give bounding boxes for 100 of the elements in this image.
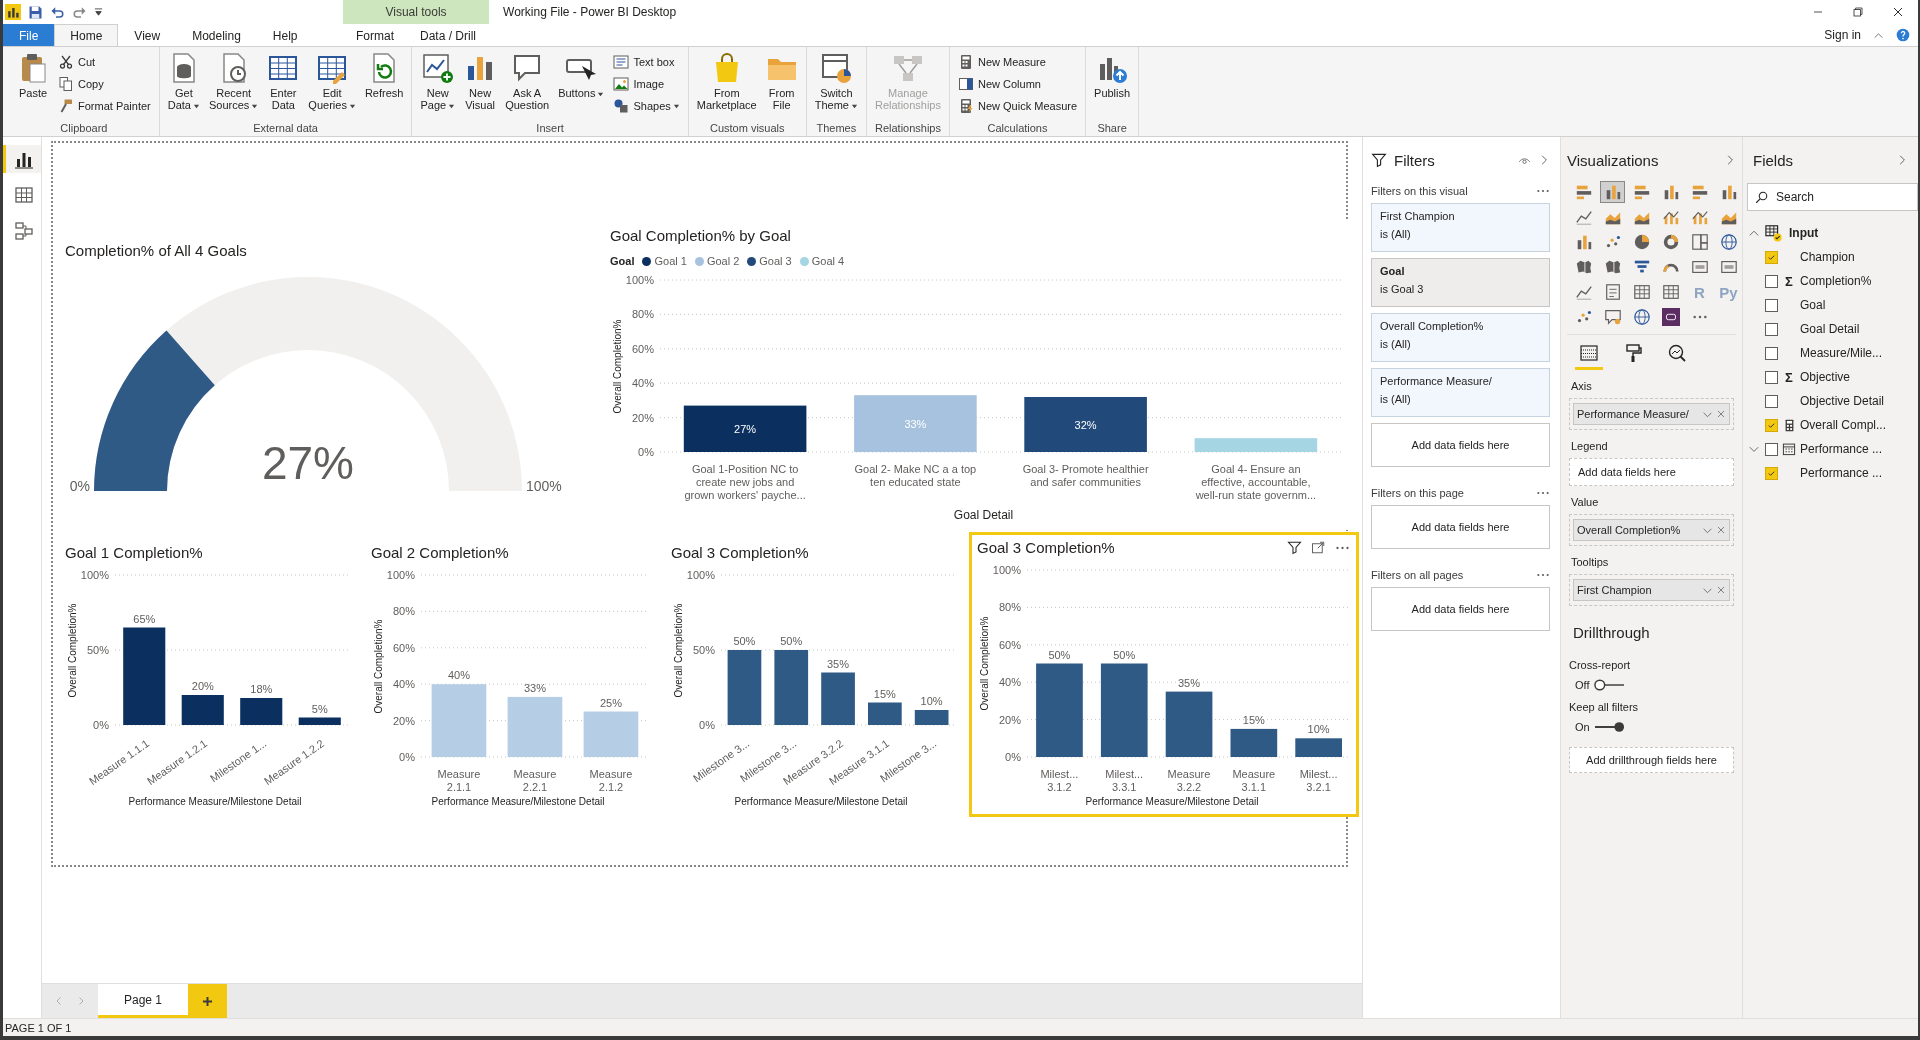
filter-condition: is (All) — [1380, 393, 1412, 405]
more-icon[interactable] — [1335, 545, 1350, 550]
ribbon-button[interactable]: Publish — [1091, 50, 1134, 120]
checkbox[interactable] — [1765, 250, 1778, 264]
field-name[interactable]: Goal — [1800, 298, 1826, 312]
ribbon-button[interactable]: Text box — [610, 51, 683, 72]
field-name[interactable]: Performance ... — [1800, 466, 1883, 480]
filter-field-name: Overall Completion% — [1380, 320, 1485, 332]
axis-tick-label: 100% — [81, 569, 109, 581]
checkbox[interactable] — [1765, 298, 1778, 312]
copy-icon — [58, 75, 74, 92]
ribbon-button[interactable]: Paste — [14, 50, 52, 120]
ribbon-button[interactable]: Image — [610, 73, 683, 94]
checkbox[interactable] — [1765, 466, 1778, 480]
page-tab[interactable]: Page 1 — [98, 984, 189, 1018]
ribbon-tab[interactable]: Data / Drill — [407, 24, 490, 46]
ribbon-tab[interactable]: Format — [343, 24, 407, 46]
window-icon — [820, 52, 853, 84]
help-icon[interactable] — [1896, 28, 1910, 42]
ribbon-button[interactable]: From Marketplace — [693, 50, 760, 120]
filter-icon[interactable] — [1287, 540, 1302, 555]
ribbon-button[interactable]: New Measure — [955, 51, 1081, 72]
filter-card[interactable]: First Champion is (All) — [1371, 203, 1550, 252]
ribbon-button[interactable]: New Column — [955, 73, 1081, 94]
search-field[interactable]: Search — [1747, 183, 1918, 211]
view-button[interactable] — [3, 145, 41, 173]
ribbon-button[interactable]: Format Painter — [55, 95, 154, 116]
field-name[interactable]: Completion% — [1800, 274, 1872, 288]
drop-zone[interactable]: Add data fields here — [1371, 587, 1550, 631]
filter-card[interactable]: Goal is Goal 3 — [1371, 258, 1550, 307]
ribbon-button[interactable]: Edit Queries — [305, 50, 359, 120]
axis-label: Goal 4- Ensure an effective, accountable, well-run state governm... — [1194, 463, 1318, 503]
field-name[interactable]: Objective — [1800, 370, 1851, 384]
ribbon-button[interactable]: New Page — [417, 50, 459, 120]
ribbon-button[interactable]: Switch Theme — [811, 50, 861, 120]
toggle-switch[interactable]: Off — [1567, 677, 1736, 693]
ribbon-button[interactable]: New Quick Measure — [955, 95, 1081, 116]
visual-type-button[interactable] — [1600, 181, 1625, 203]
save-icon[interactable] — [28, 4, 43, 20]
drop-zone[interactable]: Add data fields here — [1569, 458, 1734, 486]
ribbon-button[interactable]: New Visual — [461, 50, 500, 120]
section-heading: Drillthrough — [1573, 624, 1651, 641]
checkbox[interactable] — [1765, 274, 1778, 288]
field-name[interactable]: Goal Detail — [1800, 322, 1860, 336]
field-name[interactable]: Performance ... — [1800, 442, 1883, 456]
restore-icon[interactable] — [1850, 4, 1866, 20]
checkbox[interactable] — [1765, 418, 1778, 432]
data-label: 50% — [780, 635, 803, 647]
field-name[interactable]: Champion — [1800, 250, 1855, 264]
more-icon[interactable] — [1536, 491, 1550, 495]
ribbon-tab[interactable]: Modeling — [176, 24, 257, 46]
ribbon-button[interactable]: Get Data — [164, 50, 203, 120]
ribbon-button[interactable]: From File — [762, 50, 801, 120]
table-name[interactable]: Input — [1789, 226, 1819, 240]
data-label: 35% — [1178, 676, 1200, 689]
checkbox[interactable] — [1765, 394, 1778, 408]
square-icon — [1661, 308, 1680, 326]
pane-title: Fields — [1753, 151, 1793, 169]
field-name[interactable]: Overall Compl... — [1800, 418, 1887, 432]
add-page-button[interactable] — [188, 984, 228, 1018]
checkbox[interactable] — [1765, 322, 1778, 336]
axis-tick-label: 20% — [998, 713, 1021, 726]
ribbon-button[interactable]: Refresh — [361, 50, 407, 120]
paintbrush-icon — [58, 97, 74, 114]
legend-label: Goal 3 — [759, 255, 792, 267]
toggle-switch[interactable]: On — [1567, 719, 1736, 735]
group-label: External data — [252, 121, 319, 136]
gauge-value: 27% — [261, 437, 355, 489]
field-name[interactable]: Objective Detail — [1800, 394, 1885, 408]
drop-zone[interactable]: Add drillthrough fields here — [1569, 747, 1734, 773]
more-icon[interactable] — [1536, 573, 1550, 577]
checkbox[interactable] — [1765, 442, 1778, 456]
ribbon-tab[interactable]: Home — [54, 24, 119, 46]
axis-tick-label: 20% — [392, 714, 415, 727]
ribbon-tab[interactable]: View — [118, 24, 177, 46]
ribbon-button[interactable]: Shapes — [610, 95, 683, 116]
drop-zone[interactable]: Add data fields here — [1371, 505, 1550, 549]
field-name[interactable]: Measure/Mile... — [1800, 346, 1883, 360]
ribbon-button[interactable]: Enter Data — [264, 50, 303, 120]
filter-card[interactable]: Performance Measure/ is (All) — [1371, 368, 1550, 417]
checkbox[interactable] — [1765, 346, 1778, 360]
caret-icon[interactable] — [94, 7, 103, 17]
ribbon-tab[interactable]: File — [3, 24, 55, 46]
sign-in-link[interactable]: Sign in — [1824, 28, 1861, 42]
ribbon-button[interactable]: Ask A Question — [502, 50, 553, 120]
chart-title: Goal 3 Completion% — [977, 538, 1115, 558]
ribbon-button[interactable]: Cut — [55, 51, 154, 72]
ribbon-button[interactable]: Copy — [55, 73, 154, 94]
group-label: Relationships — [873, 121, 942, 136]
section-label: Filters on this visual — [1371, 185, 1468, 197]
more-icon[interactable] — [1536, 189, 1550, 193]
ribbon-tab[interactable]: Help — [256, 24, 314, 46]
checkbox[interactable] — [1765, 370, 1778, 384]
ribbon-button[interactable]: Buttons — [555, 50, 608, 120]
focus-mode-icon[interactable] — [1311, 540, 1326, 555]
table-icon — [1632, 283, 1651, 301]
drop-zone[interactable]: Add data fields here — [1371, 423, 1550, 467]
ribbon-button[interactable]: Recent Sources — [206, 50, 262, 120]
filter-card[interactable]: Overall Completion% is (All) — [1371, 313, 1550, 362]
pane-tab[interactable] — [1575, 343, 1603, 370]
